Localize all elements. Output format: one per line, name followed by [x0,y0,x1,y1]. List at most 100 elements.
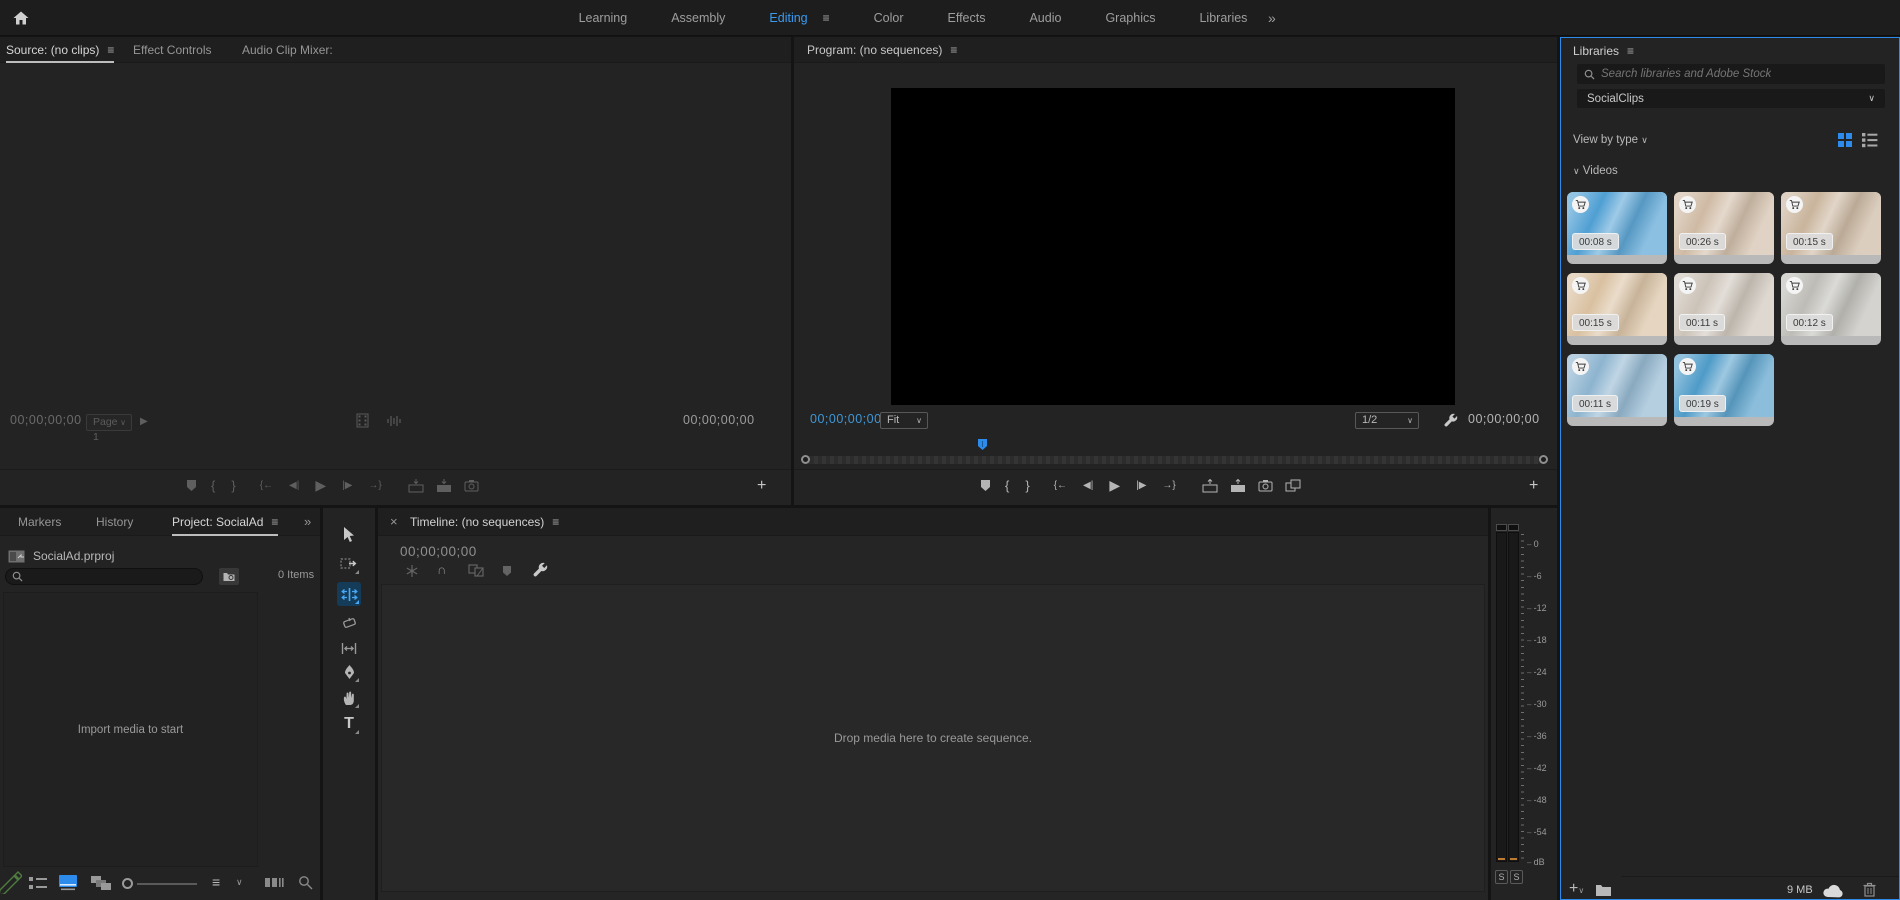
step-forward-button[interactable]: |▶ [1136,480,1146,491]
scrubber-left-handle[interactable] [801,455,810,464]
hand-tool[interactable] [337,686,361,710]
go-to-out-button[interactable]: →} [1162,480,1175,491]
thumbnail-zoom-handle[interactable] [122,878,133,889]
project-file-name[interactable]: SocialAd.prproj [33,549,114,563]
license-button[interactable] [1572,196,1589,213]
snap-magnet-icon[interactable]: ∩ [437,563,446,577]
program-scrubber-bar[interactable] [806,456,1543,464]
chevron-down-icon[interactable]: ∨ [236,877,243,888]
drag-audio-only-icon[interactable] [386,415,402,427]
license-button[interactable] [1786,277,1803,294]
step-forward-button[interactable]: |▶ [342,480,352,491]
lift-button[interactable] [1202,479,1218,493]
mark-out-button[interactable]: } [1025,478,1029,493]
timeline-settings-wrench-icon[interactable] [532,562,548,578]
find-button[interactable] [298,875,313,890]
program-panel-menu-icon[interactable]: ≡ [950,43,957,57]
type-tool[interactable]: T [337,712,361,736]
tab-program[interactable]: Program: (no sequences)≡ [807,37,957,63]
license-button[interactable] [1572,277,1589,294]
list-view-button[interactable] [1861,132,1878,148]
add-marker-button[interactable] [980,479,991,492]
tab-learning[interactable]: Learning [579,0,628,36]
tab-libraries-panel[interactable]: Libraries≡ [1573,38,1634,64]
tab-timeline[interactable]: Timeline: (no sequences)≡ [410,508,559,536]
source-page-selector[interactable]: Page 1∨ [86,414,132,431]
tab-source[interactable]: Source: (no clips)≡ [6,37,114,63]
license-button[interactable] [1572,358,1589,375]
libraries-panel-menu-icon[interactable]: ≡ [1627,44,1634,58]
play-button[interactable]: ▶ [1109,477,1120,494]
go-to-in-button[interactable]: {← [260,480,273,491]
license-button[interactable] [1679,277,1696,294]
tab-graphics[interactable]: Graphics [1105,0,1155,36]
playback-resolution-select[interactable]: 1/2∨ [1355,412,1419,429]
timeline-panel-menu-icon[interactable]: ≡ [552,515,559,529]
solo-left-button[interactable]: S [1495,870,1508,884]
video-thumbnail[interactable]: 00:11 s [1567,354,1667,426]
list-view-button[interactable] [28,876,48,890]
insert-as-nest-icon[interactable] [405,564,419,578]
tab-effects[interactable]: Effects [947,0,985,36]
editing-tab-menu-icon[interactable]: ≡ [823,11,830,25]
pen-tool[interactable] [337,660,361,684]
video-thumbnail[interactable]: 00:19 s [1674,354,1774,426]
slip-tool[interactable] [337,636,361,660]
go-to-in-button[interactable]: {← [1054,480,1067,491]
source-page-play-icon[interactable]: ▶ [140,415,148,429]
tab-assembly[interactable]: Assembly [671,0,725,36]
libraries-search-input[interactable]: Search libraries and Adobe Stock [1577,64,1885,84]
delete-trash-icon[interactable] [1863,882,1876,897]
play-button[interactable]: ▶ [315,477,326,494]
button-editor-button[interactable]: + [1529,477,1538,495]
add-marker-button[interactable] [186,479,197,492]
ripple-edit-tool[interactable] [337,582,361,606]
track-select-forward-tool[interactable] [337,552,361,576]
tab-editing[interactable]: Editing ≡ [769,0,829,36]
drag-video-only-icon[interactable] [356,413,369,428]
comparison-view-button[interactable] [1285,479,1301,492]
icon-view-button[interactable] [58,874,78,891]
video-thumbnail[interactable]: 00:11 s [1674,273,1774,345]
add-content-button[interactable]: +∨ [1569,880,1584,898]
close-panel-button[interactable]: × [390,508,398,536]
videos-section-header[interactable]: ∨ Videos [1573,165,1618,177]
tab-audio-clip-mixer[interactable]: Audio Clip Mixer: [242,37,333,63]
video-thumbnail[interactable]: 00:26 s [1674,192,1774,264]
license-button[interactable] [1679,358,1696,375]
mark-in-button[interactable]: { [1005,478,1009,493]
timeline-timecode[interactable]: 00;00;00;00 [400,544,477,559]
tab-effect-controls[interactable]: Effect Controls [133,37,211,63]
project-panel-menu-icon[interactable]: ≡ [271,515,278,529]
settings-wrench-icon[interactable] [1443,413,1458,428]
linked-selection-icon[interactable] [468,564,484,577]
library-select[interactable]: SocialClips ∨ [1577,89,1885,108]
mark-out-button[interactable]: } [231,478,235,493]
video-thumbnail[interactable]: 00:12 s [1781,273,1881,345]
mark-in-button[interactable]: { [211,478,215,493]
go-to-out-button[interactable]: →} [368,480,381,491]
step-back-button[interactable]: ◀| [1083,480,1093,491]
thumbnail-zoom-slider[interactable] [137,883,197,885]
tab-libraries[interactable]: Libraries [1199,0,1247,36]
license-button[interactable] [1786,196,1803,213]
panel-overflow-button[interactable]: » [304,508,311,536]
license-button[interactable] [1679,196,1696,213]
grid-view-button[interactable] [1837,132,1853,148]
automate-to-sequence-button[interactable] [264,876,284,889]
tab-history[interactable]: History [96,508,133,536]
export-frame-button[interactable] [464,479,479,492]
sort-icon[interactable]: ≡ [212,874,220,890]
video-thumbnail[interactable]: 00:15 s [1567,273,1667,345]
tab-project[interactable]: Project: SocialAd≡ [172,508,278,536]
tab-audio[interactable]: Audio [1029,0,1061,36]
scrubber-right-handle[interactable] [1539,455,1548,464]
cloud-sync-icon[interactable] [1821,883,1845,898]
project-media-area[interactable]: Import media to start [3,592,258,867]
workspace-overflow-button[interactable]: » [1268,0,1276,36]
selection-tool[interactable] [337,522,361,546]
playhead-marker[interactable] [977,438,988,451]
source-panel-menu-icon[interactable]: ≡ [107,43,114,57]
program-monitor[interactable] [891,88,1455,405]
button-editor-button[interactable]: + [757,477,766,495]
